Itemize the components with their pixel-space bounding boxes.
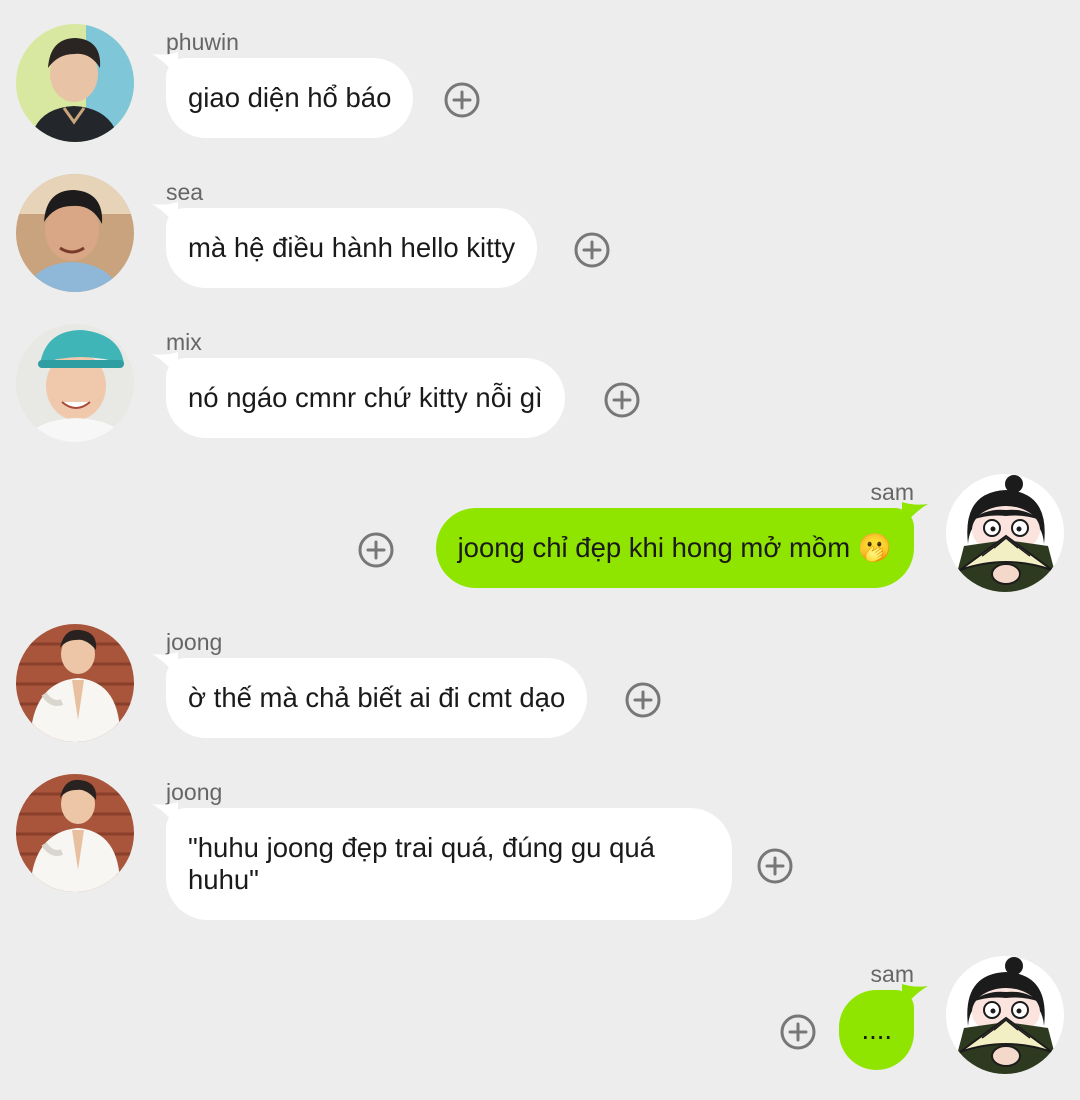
chat-thread[interactable]: phuwin giao diện hổ báo sea mà hệ điều h… xyxy=(0,0,1080,1100)
plus-circle-icon[interactable] xyxy=(625,682,661,718)
plus-circle-icon[interactable] xyxy=(358,532,394,568)
message-bubble[interactable]: ờ thế mà chả biết ai đi cmt dạo xyxy=(166,658,588,738)
avatar[interactable] xyxy=(946,474,1064,592)
avatar[interactable] xyxy=(16,774,134,892)
chat-message: sea mà hệ điều hành hello kitty xyxy=(0,174,1080,294)
plus-circle-icon[interactable] xyxy=(444,82,480,118)
chat-message: joong "huhu joong đẹp trai quá, đúng gu … xyxy=(0,774,1080,924)
message-bubble[interactable]: "huhu joong đẹp trai quá, đúng gu quá hu… xyxy=(166,808,732,920)
chat-message: joong ờ thế mà chả biết ai đi cmt dạo xyxy=(0,624,1080,744)
avatar[interactable] xyxy=(16,624,134,742)
chat-message: mix nó ngáo cmnr chứ kitty nỗi gì xyxy=(0,324,1080,444)
chat-message: phuwin giao diện hổ báo xyxy=(0,24,1080,144)
message-bubble[interactable]: joong chỉ đẹp khi hong mở mồm 🫢 xyxy=(435,508,914,588)
message-bubble[interactable]: giao diện hổ báo xyxy=(166,58,414,138)
chat-message: sam joong chỉ đẹp khi hong mở mồm 🫢 xyxy=(0,474,1080,594)
plus-circle-icon[interactable] xyxy=(780,1014,816,1050)
message-bubble[interactable]: nó ngáo cmnr chứ kitty nỗi gì xyxy=(166,358,565,438)
plus-circle-icon[interactable] xyxy=(757,848,793,884)
plus-circle-icon[interactable] xyxy=(604,382,640,418)
message-bubble[interactable]: mà hệ điều hành hello kitty xyxy=(166,208,538,288)
message-bubble[interactable]: .... xyxy=(839,990,914,1070)
avatar[interactable] xyxy=(16,174,134,292)
chat-message: sam .... xyxy=(0,956,1080,1076)
plus-circle-icon[interactable] xyxy=(574,232,610,268)
avatar[interactable] xyxy=(16,324,134,442)
avatar[interactable] xyxy=(16,24,134,142)
avatar[interactable] xyxy=(946,956,1064,1074)
